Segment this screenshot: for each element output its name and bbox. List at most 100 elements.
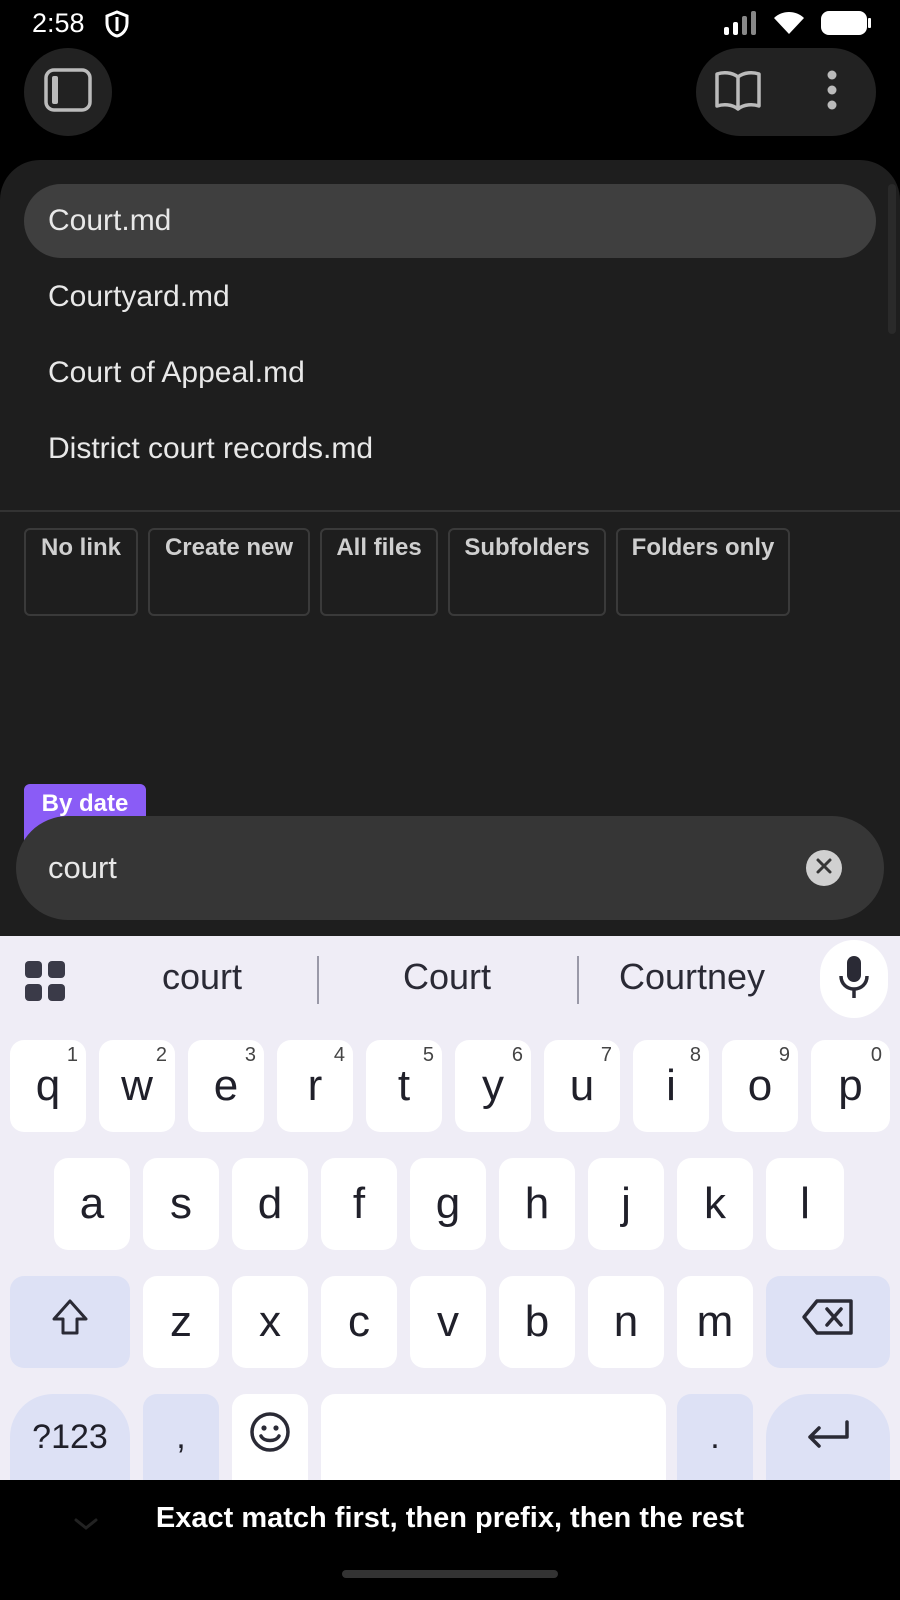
key-label: u	[569, 1061, 595, 1110]
signal-icon	[722, 10, 758, 41]
link-suggestion-panel: Court.md Courtyard.md Court of Appeal.md…	[0, 160, 900, 936]
key-hint: 7	[600, 1044, 612, 1066]
key-hint: 8	[689, 1044, 701, 1066]
wifi-icon	[772, 10, 806, 41]
keyboard-apps-icon[interactable]	[24, 960, 66, 1002]
key-label: w	[121, 1061, 153, 1110]
key-b[interactable]: b	[499, 1276, 575, 1368]
backspace-key[interactable]	[766, 1276, 890, 1368]
suggestion-item[interactable]: District court records.md	[24, 412, 876, 486]
key-j[interactable]: j	[588, 1158, 664, 1250]
key-hint: 5	[422, 1044, 434, 1066]
key-d[interactable]: d	[232, 1158, 308, 1250]
key-hint: 4	[333, 1044, 345, 1066]
key-hint: 9	[778, 1044, 790, 1066]
keyboard-suggestion-row: court Court Courtney	[0, 936, 900, 1024]
key-label: y	[482, 1061, 504, 1110]
top-actions	[696, 48, 876, 136]
key-e[interactable]: e3	[188, 1040, 264, 1132]
enter-key[interactable]	[766, 1394, 890, 1480]
suggestion-item[interactable]: Courtyard.md	[24, 260, 876, 334]
key-o[interactable]: o9	[722, 1040, 798, 1132]
caption-text: Exact match first, then prefix, then the…	[155, 1502, 745, 1534]
key-label: t	[397, 1061, 411, 1110]
key-t[interactable]: t5	[366, 1040, 442, 1132]
key-m[interactable]: m	[677, 1276, 753, 1368]
enter-icon	[805, 1412, 851, 1462]
key-q[interactable]: q1	[10, 1040, 86, 1132]
key-y[interactable]: y6	[455, 1040, 531, 1132]
word-separator	[317, 956, 319, 1004]
key-hint: 6	[511, 1044, 523, 1066]
sidebar-icon	[44, 67, 92, 117]
key-label: e	[213, 1061, 239, 1110]
key-c[interactable]: c	[321, 1276, 397, 1368]
key-a[interactable]: a	[54, 1158, 130, 1250]
word-suggestion[interactable]: Court	[340, 956, 554, 998]
key-f[interactable]: f	[321, 1158, 397, 1250]
key-n[interactable]: n	[588, 1276, 664, 1368]
key-l[interactable]: l	[766, 1158, 844, 1250]
key-hint: 0	[870, 1044, 882, 1066]
period-key[interactable]: .	[677, 1394, 753, 1480]
chip-all-files[interactable]: All files	[320, 528, 438, 616]
key-g[interactable]: g	[410, 1158, 486, 1250]
scrollbar[interactable]	[888, 184, 896, 334]
key-h[interactable]: h	[499, 1158, 575, 1250]
status-bar: 2:58	[0, 0, 900, 48]
caption-area: Exact match first, then prefix, then the…	[0, 1480, 900, 1600]
space-key[interactable]	[321, 1394, 666, 1480]
key-w[interactable]: w2	[99, 1040, 175, 1132]
more-options-button[interactable]	[804, 66, 860, 118]
key-p[interactable]: p0	[811, 1040, 890, 1132]
shift-icon	[50, 1297, 90, 1348]
search-bar	[16, 816, 884, 920]
home-indicator[interactable]	[342, 1570, 558, 1578]
on-screen-keyboard: court Court Courtney q1 w2 e3 r4 t5 y6 u…	[0, 936, 900, 1480]
key-k[interactable]: k	[677, 1158, 753, 1250]
chip-folders-only[interactable]: Folders only	[616, 528, 790, 616]
key-label: p	[838, 1061, 863, 1110]
microphone-icon	[837, 954, 871, 1005]
key-v[interactable]: v	[410, 1276, 486, 1368]
key-label: q	[35, 1061, 61, 1110]
symbols-key[interactable]: ?123	[10, 1394, 130, 1480]
emoji-key[interactable]	[232, 1394, 308, 1480]
shield-icon	[104, 10, 130, 43]
clear-search-button[interactable]	[806, 850, 842, 886]
key-z[interactable]: z	[143, 1276, 219, 1368]
book-open-icon	[714, 69, 762, 116]
battery-icon	[820, 10, 872, 41]
backspace-icon	[801, 1297, 855, 1347]
key-i[interactable]: i8	[633, 1040, 709, 1132]
chip-no-link[interactable]: No link	[24, 528, 138, 616]
status-time: 2:58	[32, 8, 85, 38]
suggestion-item[interactable]: Court of Appeal.md	[24, 336, 876, 410]
key-hint: 1	[66, 1044, 78, 1066]
key-x[interactable]: x	[232, 1276, 308, 1368]
emoji-icon	[249, 1411, 291, 1464]
key-s[interactable]: s	[143, 1158, 219, 1250]
reading-mode-button[interactable]	[710, 66, 766, 118]
suggestion-list: Court.md Courtyard.md Court of Appeal.md…	[24, 184, 876, 488]
divider	[0, 510, 900, 512]
key-u[interactable]: u7	[544, 1040, 620, 1132]
key-hint: 2	[155, 1044, 167, 1066]
comma-key[interactable]: ,	[143, 1394, 219, 1480]
word-separator	[577, 956, 579, 1004]
key-label: i	[666, 1061, 676, 1110]
word-suggestion[interactable]: court	[110, 956, 294, 998]
sidebar-toggle-button[interactable]	[24, 48, 112, 136]
key-label: r	[307, 1061, 323, 1110]
key-r[interactable]: r4	[277, 1040, 353, 1132]
suggestion-item[interactable]: Court.md	[24, 184, 876, 258]
close-icon	[815, 857, 833, 880]
word-suggestion[interactable]: Courtney	[596, 956, 788, 998]
more-vertical-icon	[826, 70, 838, 115]
chip-subfolders[interactable]: Subfolders	[448, 528, 606, 616]
shift-key[interactable]	[10, 1276, 130, 1368]
voice-input-button[interactable]	[820, 940, 888, 1018]
key-hint: 3	[244, 1044, 256, 1066]
search-input[interactable]	[48, 842, 788, 894]
chip-create-new[interactable]: Create new	[148, 528, 310, 616]
